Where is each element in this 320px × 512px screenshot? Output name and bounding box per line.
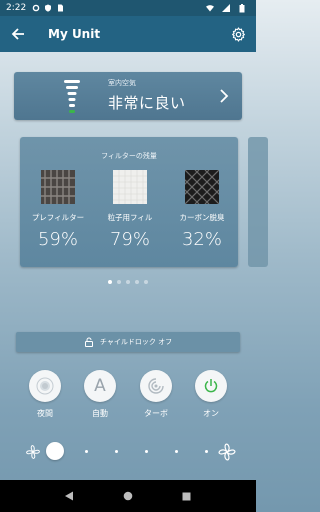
fan-speed-knob[interactable] [46, 442, 64, 460]
next-card-peek[interactable] [248, 137, 268, 267]
back-arrow-icon[interactable] [6, 22, 30, 46]
fan-low-icon[interactable] [23, 442, 43, 462]
night-mode-button[interactable] [29, 370, 61, 402]
air-quality-card[interactable]: 室内空気 非常に良い [14, 72, 242, 120]
filter-item-carbon: カーボン脱臭 32% [166, 170, 238, 250]
mode-label: ターボ [144, 409, 168, 418]
fan-speed-tick[interactable] [175, 450, 178, 453]
status-bar: 2:22 [0, 0, 256, 16]
power-icon [204, 379, 218, 393]
power-button[interactable] [195, 370, 227, 402]
auto-icon: A [94, 376, 106, 396]
nav-home-icon[interactable] [120, 488, 136, 504]
filter-name: プレフィルター [31, 213, 85, 222]
filter-remaining-card[interactable]: フィルターの残量 プレフィルター 59% 粒子用フィル 79% カーボン脱臭 3… [20, 137, 238, 267]
filter-item-pre: プレフィルター 59% [22, 170, 94, 250]
filter-name: カーボン脱臭 [179, 213, 225, 222]
fan-speed-control [0, 438, 256, 466]
air-quality-value: 非常に良い [108, 94, 186, 112]
pre-filter-image [41, 170, 75, 204]
page-dot[interactable] [135, 280, 139, 284]
nav-back-icon[interactable] [61, 488, 77, 504]
fan-speed-tick[interactable] [115, 450, 118, 453]
fan-high-icon[interactable] [216, 441, 238, 463]
mode-label: オン [203, 409, 219, 418]
status-time: 2:22 [6, 3, 27, 13]
fan-speed-tick[interactable] [85, 450, 88, 453]
mode-power[interactable]: オン [191, 370, 231, 419]
page-dot[interactable] [117, 280, 121, 284]
auto-mode-button[interactable]: A [84, 370, 116, 402]
air-quality-label: 室内空気 [108, 79, 136, 87]
page-dot[interactable] [126, 280, 130, 284]
child-lock-label: チャイルドロック オフ [99, 338, 173, 346]
wifi-icon [206, 4, 214, 12]
gear-icon[interactable] [228, 24, 248, 44]
child-lock-button[interactable]: チャイルドロック オフ [16, 332, 240, 352]
signal-icon [222, 4, 230, 12]
air-quality-text: 室内空気 非常に良い [108, 78, 186, 113]
turbo-mode-button[interactable] [140, 370, 172, 402]
filter-card-title: フィルターの残量 [101, 152, 157, 160]
filter-item-particle: 粒子用フィル 79% [94, 170, 166, 250]
settings-status-icon [32, 4, 40, 12]
mode-label: 夜間 [37, 409, 53, 418]
carbon-filter-image [185, 170, 219, 204]
air-quality-meter-icon [64, 80, 80, 113]
filter-name: 粒子用フィル [107, 213, 153, 222]
app-bar: My Unit [0, 16, 256, 52]
filter-percent: 79% [109, 229, 150, 250]
particle-filter-image [113, 170, 147, 204]
battery-icon [238, 3, 246, 12]
fan-speed-track[interactable] [54, 452, 214, 453]
chevron-right-icon[interactable] [214, 86, 234, 106]
mode-night[interactable]: 夜間 [25, 370, 65, 419]
page-indicator [0, 280, 256, 284]
sim-status-icon [56, 4, 64, 12]
page-dot[interactable] [144, 280, 148, 284]
mode-label: 自動 [92, 409, 108, 418]
filter-percent: 59% [37, 229, 78, 250]
mode-turbo[interactable]: ターボ [136, 370, 176, 419]
fan-speed-tick[interactable] [205, 450, 208, 453]
mode-auto[interactable]: A 自動 [80, 370, 120, 419]
lock-icon [84, 337, 94, 347]
fan-speed-tick[interactable] [145, 450, 148, 453]
filter-percent: 32% [181, 229, 222, 250]
page-dot[interactable] [108, 280, 112, 284]
page-title: My Unit [48, 27, 101, 41]
turbo-icon [148, 378, 164, 394]
shield-status-icon [44, 4, 52, 12]
night-icon [36, 377, 54, 395]
system-navigation-bar [0, 480, 256, 512]
nav-recents-icon[interactable] [179, 488, 195, 504]
